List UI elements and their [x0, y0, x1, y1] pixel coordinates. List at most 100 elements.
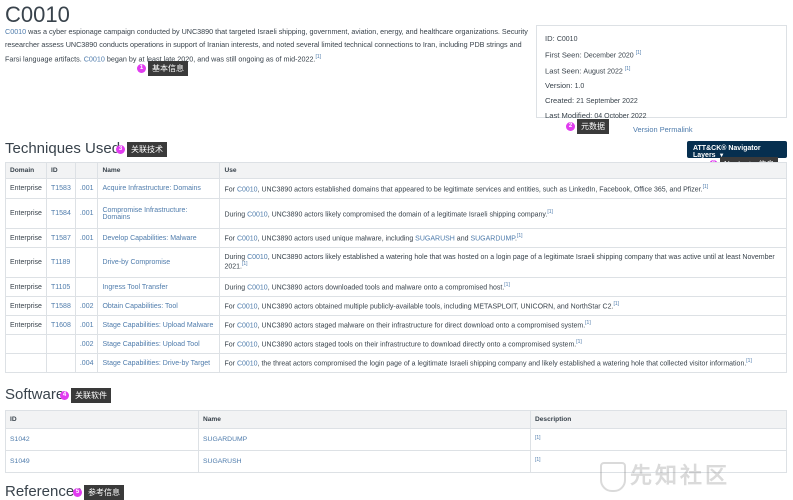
- meta-last-seen: Last Seen: August 2022 [1]: [545, 66, 631, 76]
- annotation-label: 参考信息: [84, 485, 124, 500]
- annotation-label: 基本信息: [148, 61, 188, 76]
- annotation-label: 元数据: [577, 119, 609, 134]
- annotation-2: 2 元数据: [566, 119, 609, 134]
- annotation-number: 2: [566, 122, 575, 131]
- campaign-link[interactable]: C0010: [247, 285, 268, 292]
- campaign-link[interactable]: C0010: [5, 27, 26, 36]
- technique-row: Enterprise T1584 .001 Compromise Infrastruc…: [5, 198, 787, 229]
- reference-citation[interactable]: [1]: [535, 435, 541, 441]
- annotation-label: 关联技术: [127, 142, 167, 157]
- techniques-table: Domain ID Name Use Enterprise T1583 .001 Ac…: [5, 162, 787, 373]
- reference-citation[interactable]: [1]: [613, 301, 619, 307]
- subtechnique-id-link[interactable]: .002: [80, 303, 94, 310]
- technique-row: Enterprise T1583 .001 Acquire Infrastructur…: [5, 178, 787, 199]
- table-header-row: ID Name Description: [5, 410, 787, 429]
- technique-name-link[interactable]: Acquire Infrastructure: Domains: [102, 185, 200, 192]
- technique-use: For C0010, UNC3890 actors obtained multi…: [219, 296, 787, 316]
- technique-use: For C0010, UNC3890 actors staged malware…: [219, 315, 787, 335]
- technique-domain: [5, 334, 47, 354]
- reference-citation[interactable]: [1]: [636, 50, 642, 56]
- technique-use: During C0010, UNC3890 actors likely comp…: [219, 198, 787, 229]
- technique-id-link[interactable]: T1189: [51, 259, 70, 266]
- software-name-link[interactable]: SUGARDUMP: [203, 436, 247, 443]
- technique-name-link[interactable]: Stage Capabilities: Drive-by Target: [102, 360, 210, 367]
- meta-created: Created: 21 September 2022: [545, 96, 638, 106]
- technique-use: For C0010, UNC3890 actors staged tools o…: [219, 334, 787, 354]
- reference-citation[interactable]: [1]: [547, 209, 553, 215]
- technique-id-link[interactable]: T1608: [51, 322, 71, 329]
- reference-citation[interactable]: [1]: [625, 66, 631, 72]
- annotation-1: 1 基本信息: [137, 61, 188, 76]
- subtechnique-id-link[interactable]: .001: [80, 210, 94, 217]
- campaign-link[interactable]: C0010: [237, 361, 258, 368]
- subtechnique-id-link[interactable]: .001: [80, 235, 94, 242]
- technique-name-link[interactable]: Compromise Infrastructure: Domains: [102, 207, 187, 221]
- version-permalink[interactable]: Version Permalink: [633, 125, 693, 134]
- campaign-link[interactable]: C0010: [84, 54, 105, 63]
- technique-domain: Enterprise: [5, 277, 47, 297]
- software-id-link[interactable]: S1049: [10, 458, 30, 465]
- software-link[interactable]: SUGARUSH: [415, 236, 455, 243]
- technique-domain: Enterprise: [5, 315, 47, 335]
- column-header: Description: [530, 410, 787, 429]
- campaign-link[interactable]: C0010: [237, 342, 258, 349]
- reference-citation[interactable]: [1]: [504, 282, 510, 288]
- subtechnique-id-link[interactable]: .002: [80, 341, 94, 348]
- technique-id-link[interactable]: T1105: [51, 284, 70, 291]
- campaign-link[interactable]: C0010: [247, 211, 268, 218]
- technique-name-link[interactable]: Ingress Tool Transfer: [102, 284, 167, 291]
- technique-name-link[interactable]: Develop Capabilities: Malware: [102, 235, 196, 242]
- software-id-link[interactable]: S1042: [10, 436, 30, 443]
- watermark-text: 先知社区: [630, 463, 731, 488]
- software-link[interactable]: SUGARDUMP: [470, 236, 515, 243]
- watermark-logo: 先知社区: [600, 458, 790, 496]
- technique-name-link[interactable]: Stage Capabilities: Upload Malware: [102, 322, 213, 329]
- column-header: Name: [198, 410, 531, 429]
- reference-citation[interactable]: [1]: [703, 184, 709, 190]
- annotation-number: 1: [137, 64, 146, 73]
- campaign-link[interactable]: C0010: [237, 236, 258, 243]
- reference-citation[interactable]: [1]: [576, 339, 582, 345]
- column-header: Domain: [5, 162, 47, 179]
- annotation-5: 5 参考信息: [73, 485, 124, 500]
- navigator-layers-button[interactable]: ATT&CK® Navigator Layers ▼: [687, 141, 787, 159]
- techniques-heading: Techniques Used: [5, 140, 121, 157]
- technique-row: .004 Stage Capabilities: Drive-by Target F…: [5, 353, 787, 373]
- technique-use: For C0010, UNC3890 actors established do…: [219, 178, 787, 199]
- reference-citation[interactable]: [1]: [585, 320, 591, 326]
- technique-row: Enterprise T1608 .001 Stage Capabilities: U…: [5, 315, 787, 335]
- software-row: S1042 SUGARDUMP [1]: [5, 428, 787, 451]
- reference-citation[interactable]: [1]: [746, 358, 752, 364]
- technique-name-link[interactable]: Drive-by Compromise: [102, 259, 170, 266]
- technique-row: Enterprise T1105 Ingress Tool Transfer Duri…: [5, 277, 787, 297]
- technique-id-link[interactable]: T1588: [51, 303, 71, 310]
- metadata-card: ID: C0010 First Seen: December 2020 [1] …: [536, 25, 787, 120]
- references-heading: References: [5, 483, 82, 500]
- annotation-number: 3: [116, 145, 125, 154]
- campaign-link[interactable]: C0010: [237, 304, 258, 311]
- technique-use: During C0010, UNC3890 actors likely esta…: [219, 247, 787, 278]
- reference-citation[interactable]: [1]: [315, 54, 321, 60]
- annotation-number: 4: [60, 391, 69, 400]
- annotation-3: 3 关联技术: [116, 142, 167, 157]
- reference-citation[interactable]: [1]: [535, 457, 541, 463]
- technique-row: .002 Stage Capabilities: Upload Tool For C…: [5, 334, 787, 354]
- subtechnique-id-link[interactable]: .004: [80, 360, 94, 367]
- subtechnique-id-link[interactable]: .001: [80, 185, 94, 192]
- technique-name-link[interactable]: Obtain Capabilities: Tool: [102, 303, 177, 310]
- technique-id-link[interactable]: T1584: [51, 210, 71, 217]
- technique-row: Enterprise T1189 Drive-by Compromise During…: [5, 247, 787, 278]
- annotation-4: 4 关联软件: [60, 388, 111, 403]
- reference-citation[interactable]: [1]: [517, 233, 523, 239]
- technique-id-link[interactable]: T1583: [51, 185, 71, 192]
- subtechnique-id-link[interactable]: .001: [80, 322, 94, 329]
- campaign-link[interactable]: C0010: [237, 186, 258, 193]
- reference-citation[interactable]: [1]: [242, 261, 248, 267]
- software-name-link[interactable]: SUGARUSH: [203, 458, 242, 465]
- technique-id-link[interactable]: T1587: [51, 235, 71, 242]
- campaign-link[interactable]: C0010: [247, 254, 268, 261]
- campaign-link[interactable]: C0010: [237, 323, 258, 330]
- meta-id: ID: C0010: [545, 34, 578, 43]
- technique-row: Enterprise T1587 .001 Develop Capabilities:…: [5, 228, 787, 248]
- technique-name-link[interactable]: Stage Capabilities: Upload Tool: [102, 341, 199, 348]
